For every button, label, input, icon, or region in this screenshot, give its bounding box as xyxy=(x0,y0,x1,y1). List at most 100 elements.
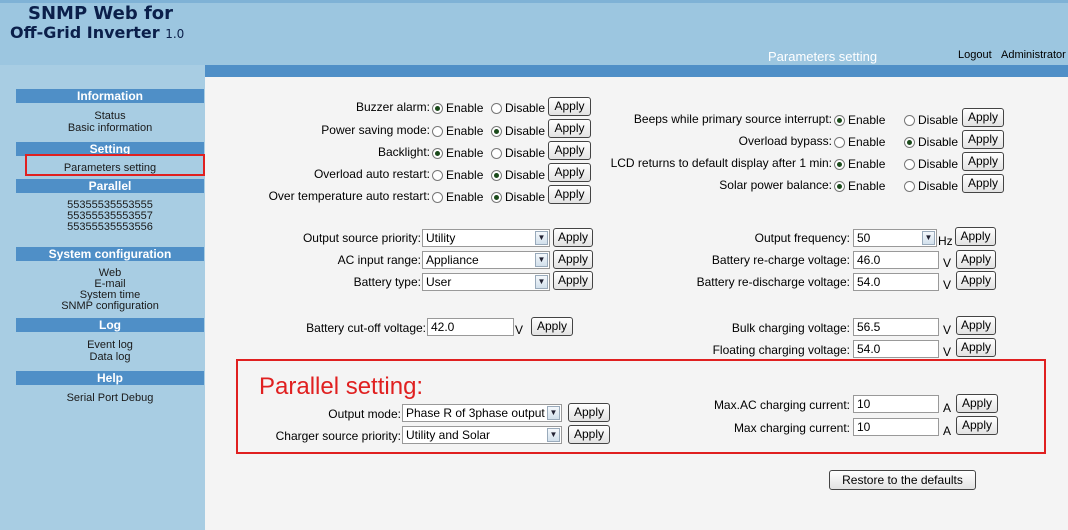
output-mode-select[interactable]: Phase R of 3phase output ▼ xyxy=(402,404,562,422)
overload-bypass-label: Overload bypass: xyxy=(738,134,832,148)
output-mode-apply-button[interactable]: Apply xyxy=(568,403,610,422)
chevron-down-icon: ▼ xyxy=(922,231,935,245)
backlight-apply-button[interactable]: Apply xyxy=(548,141,591,160)
output-frequency-unit: Hz xyxy=(938,234,953,248)
battery-redischarge-voltage-label: Battery re-discharge voltage: xyxy=(696,275,850,289)
buzzer-alarm-apply-button[interactable]: Apply xyxy=(548,97,591,116)
output-source-priority-label: Output source priority: xyxy=(302,231,421,245)
beeps-primary-interrupt-label: Beeps while primary source interrupt: xyxy=(633,112,832,126)
output-frequency-apply-button[interactable]: Apply xyxy=(955,227,996,246)
output-source-priority-apply-button[interactable]: Apply xyxy=(553,228,593,247)
sidebar-item-snmp-configuration[interactable]: SNMP configuration xyxy=(16,301,204,312)
power-saving-mode-enable-radio[interactable]: Enable xyxy=(432,124,483,138)
buzzer-alarm-enable-radio[interactable]: Enable xyxy=(432,101,483,115)
brand-version: 1.0 xyxy=(165,27,185,41)
floating-charging-voltage-apply-button[interactable]: Apply xyxy=(956,338,996,357)
radio-disable-label: Disable xyxy=(918,157,959,171)
battery-type-apply-button[interactable]: Apply xyxy=(553,271,593,290)
solar-power-balance-disable-radio[interactable]: Disable xyxy=(904,179,958,193)
overload-bypass-apply-button[interactable]: Apply xyxy=(962,130,1004,149)
lcd-default-display-enable-radio[interactable]: Enable xyxy=(834,157,885,171)
bulk-charging-voltage-apply-button[interactable]: Apply xyxy=(956,316,996,335)
max-charging-current-input[interactable]: 10 xyxy=(853,418,939,436)
sidebar-item-basic-information[interactable]: Basic information xyxy=(16,123,204,134)
battery-redischarge-voltage-unit: V xyxy=(943,278,952,292)
output-frequency-select[interactable]: 50 ▼ xyxy=(853,229,937,247)
battery-cutoff-voltage-apply-button[interactable]: Apply xyxy=(531,317,573,336)
parallel-setting-heading: Parallel setting: xyxy=(259,373,424,400)
sidebar-section-log: Log xyxy=(16,318,204,332)
chevron-down-icon: ▼ xyxy=(535,275,548,289)
floating-charging-voltage-label: Floating charging voltage: xyxy=(712,343,850,357)
sidebar-section-system-configuration: System configuration xyxy=(16,247,204,261)
battery-recharge-voltage-apply-button[interactable]: Apply xyxy=(956,250,996,269)
overload-auto-restart-apply-button[interactable]: Apply xyxy=(548,163,591,182)
backlight-enable-radio[interactable]: Enable xyxy=(432,146,483,160)
overload-bypass-disable-radio[interactable]: Disable xyxy=(904,135,958,149)
overload-auto-restart-enable-radio[interactable]: Enable xyxy=(432,168,483,182)
charger-source-priority-apply-button[interactable]: Apply xyxy=(568,425,610,444)
overload-bypass-enable-radio[interactable]: Enable xyxy=(834,135,885,149)
radio-disable-label: Disable xyxy=(918,113,959,127)
page-title: Parameters setting xyxy=(768,49,878,64)
battery-recharge-voltage-input[interactable]: 46.0 xyxy=(853,251,939,269)
max-charging-current-apply-button[interactable]: Apply xyxy=(956,416,998,435)
radio-disable-label: Disable xyxy=(918,179,959,193)
over-temperature-auto-restart-apply-button[interactable]: Apply xyxy=(548,185,591,204)
radio-off-icon xyxy=(432,191,443,203)
buzzer-alarm-disable-radio[interactable]: Disable xyxy=(491,101,545,115)
over-temperature-auto-restart-disable-radio[interactable]: Disable xyxy=(491,190,545,204)
max-ac-charging-current-apply-button[interactable]: Apply xyxy=(956,394,998,413)
ac-input-range-apply-button[interactable]: Apply xyxy=(553,250,593,269)
output-frequency-label: Output frequency: xyxy=(754,231,850,245)
logout-link[interactable]: Logout xyxy=(958,49,992,61)
overload-auto-restart-disable-radio[interactable]: Disable xyxy=(491,168,545,182)
over-temperature-auto-restart-enable-radio[interactable]: Enable xyxy=(432,190,483,204)
beeps-primary-interrupt-disable-radio[interactable]: Disable xyxy=(904,113,958,127)
battery-recharge-voltage-unit: V xyxy=(943,256,952,270)
charger-source-priority-value: Utility and Solar xyxy=(406,428,491,442)
max-ac-charging-current-input[interactable]: 10 xyxy=(853,395,939,413)
bulk-charging-voltage-label: Bulk charging voltage: xyxy=(731,321,850,335)
lcd-default-display-disable-radio[interactable]: Disable xyxy=(904,157,958,171)
sidebar-item-event-log[interactable]: Event log xyxy=(16,340,204,351)
output-mode-value: Phase R of 3phase output xyxy=(406,406,545,420)
solar-power-balance-enable-radio[interactable]: Enable xyxy=(834,179,885,193)
radio-enable-label: Enable xyxy=(446,168,484,182)
lcd-default-display-label: LCD returns to default display after 1 m… xyxy=(610,156,832,170)
battery-cutoff-voltage-label: Battery cut-off voltage: xyxy=(306,321,426,335)
bulk-charging-voltage-input[interactable]: 56.5 xyxy=(853,318,939,336)
radio-off-icon xyxy=(491,102,502,114)
radio-disable-label: Disable xyxy=(505,168,546,182)
solar-power-balance-apply-button[interactable]: Apply xyxy=(962,174,1004,193)
sidebar: Information Status Basic information Set… xyxy=(0,65,205,530)
bulk-charging-voltage-unit: V xyxy=(943,323,952,337)
battery-redischarge-voltage-apply-button[interactable]: Apply xyxy=(956,271,996,290)
sidebar-item-status[interactable]: Status xyxy=(16,111,204,122)
battery-redischarge-voltage-input[interactable]: 54.0 xyxy=(853,273,939,291)
lcd-default-display-apply-button[interactable]: Apply xyxy=(962,152,1004,171)
floating-charging-voltage-input[interactable]: 54.0 xyxy=(853,340,939,358)
battery-cutoff-voltage-input[interactable]: 42.0 xyxy=(427,318,514,336)
output-source-priority-select[interactable]: Utility ▼ xyxy=(422,229,550,247)
ac-input-range-select[interactable]: Appliance ▼ xyxy=(422,251,550,269)
radio-disable-label: Disable xyxy=(505,190,546,204)
power-saving-mode-apply-button[interactable]: Apply xyxy=(548,119,591,138)
radio-on-icon xyxy=(834,158,845,170)
radio-on-icon xyxy=(491,191,502,203)
beeps-primary-interrupt-apply-button[interactable]: Apply xyxy=(962,108,1004,127)
ac-input-range-label: AC input range: xyxy=(337,253,421,267)
radio-enable-label: Enable xyxy=(848,157,886,171)
power-saving-mode-label: Power saving mode: xyxy=(321,123,430,137)
beeps-primary-interrupt-enable-radio[interactable]: Enable xyxy=(834,113,885,127)
power-saving-mode-disable-radio[interactable]: Disable xyxy=(491,124,545,138)
backlight-disable-radio[interactable]: Disable xyxy=(491,146,545,160)
chevron-down-icon: ▼ xyxy=(547,406,560,420)
restore-defaults-button[interactable]: Restore to the defaults xyxy=(829,470,976,490)
charger-source-priority-select[interactable]: Utility and Solar ▼ xyxy=(402,426,562,444)
sidebar-item-data-log[interactable]: Data log xyxy=(16,352,204,363)
highlight-box-parameters-setting xyxy=(25,154,205,176)
sidebar-item-parallel-unit-3[interactable]: 55355535553556 xyxy=(16,222,204,233)
sidebar-item-serial-port-debug[interactable]: Serial Port Debug xyxy=(16,393,204,404)
battery-type-select[interactable]: User ▼ xyxy=(422,273,550,291)
